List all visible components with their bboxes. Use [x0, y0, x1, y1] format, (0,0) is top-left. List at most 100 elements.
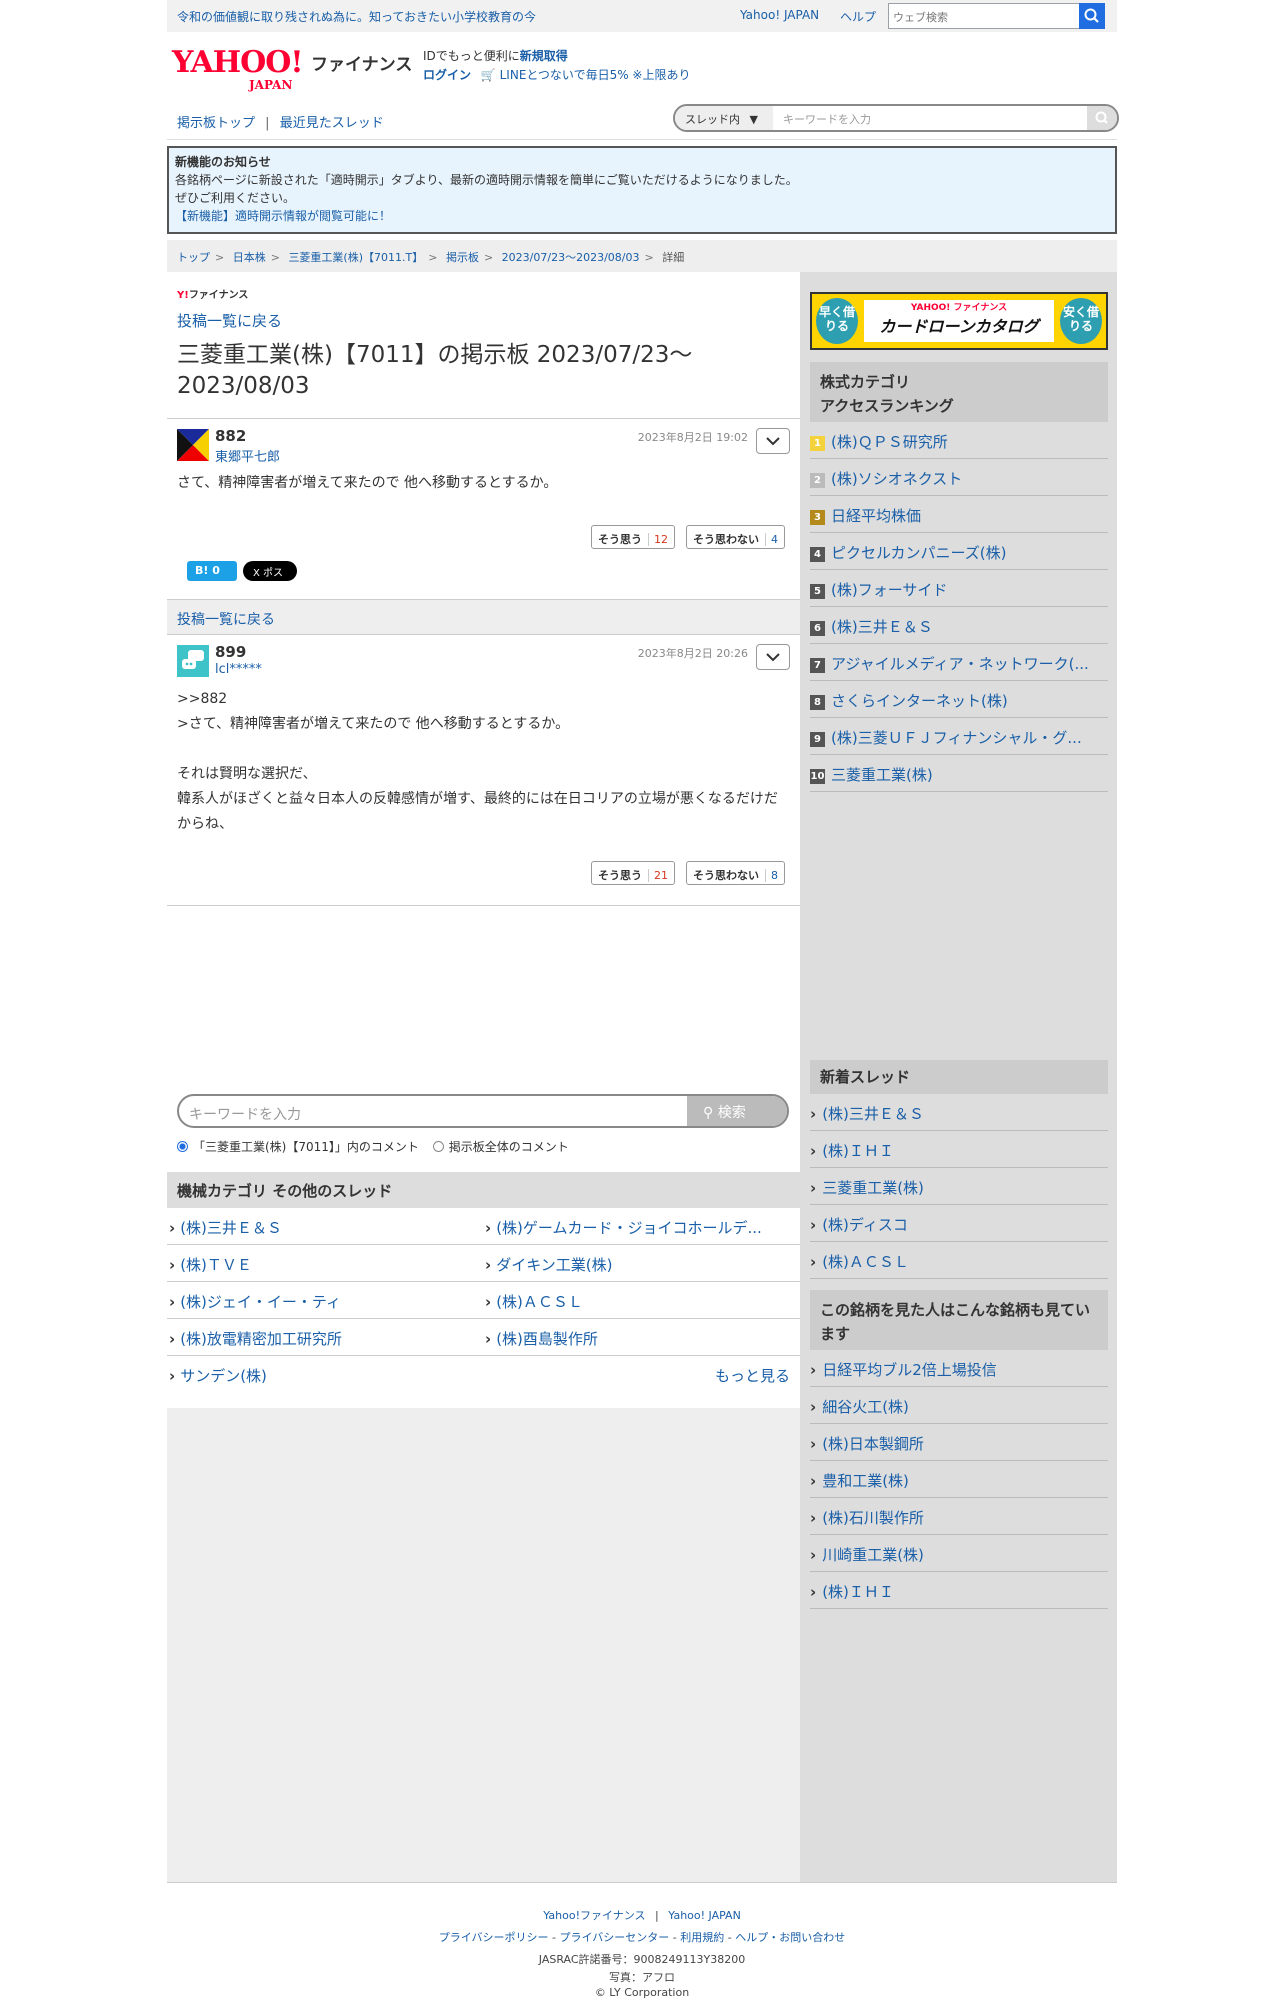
- new-thread-item: (株)ＩＨＩ: [810, 1131, 1108, 1168]
- also-viewed-link[interactable]: 日経平均ブル2倍上場投信: [822, 1361, 997, 1379]
- list-item: サンデン(株) もっと見る: [167, 1356, 800, 1393]
- radio-thread-scope[interactable]: [177, 1141, 188, 1152]
- banner-yahoo-text: YAHOO! ファイナンス: [910, 303, 1008, 313]
- ranking-link[interactable]: 三菱重工業(株): [831, 766, 933, 784]
- comment-search-button[interactable]: ⚲ 検索: [687, 1096, 787, 1126]
- agree-count: 21: [648, 869, 668, 882]
- terms-link[interactable]: 利用規約: [680, 1931, 724, 1944]
- also-viewed-title: この銘柄を見た人はこんな銘柄も見ています: [810, 1290, 1108, 1350]
- ranking-item: 1 (株)ＱＰＳ研究所: [810, 422, 1108, 459]
- new-thread-link[interactable]: (株)ディスコ: [822, 1216, 908, 1234]
- breadcrumb-jp-stock[interactable]: 日本株: [233, 251, 266, 264]
- category-thread-link[interactable]: (株)放電精密加工研究所: [169, 1328, 342, 1349]
- post-author[interactable]: lcl*****: [215, 662, 262, 677]
- also-viewed-link[interactable]: 細谷火工(株): [822, 1398, 909, 1416]
- ranking-link[interactable]: さくらインターネット(株): [831, 692, 1008, 710]
- disagree-button[interactable]: そう思わない 8: [686, 861, 785, 885]
- also-viewed-link[interactable]: (株)石川製作所: [822, 1509, 924, 1527]
- category-thread-link[interactable]: (株)ゲームカード・ジョイコホールデ...: [485, 1217, 762, 1238]
- back-to-list-link[interactable]: 投稿一覧に戻る: [177, 310, 282, 331]
- disagree-count: 4: [765, 533, 778, 546]
- category-thread-link[interactable]: ダイキン工業(株): [485, 1254, 612, 1275]
- new-thread-link[interactable]: (株)ＩＨＩ: [822, 1142, 894, 1160]
- ranking-item: 8 さくらインターネット(株): [810, 681, 1108, 718]
- signup-link[interactable]: 新規取得: [520, 49, 568, 63]
- ranking-link[interactable]: ピクセルカンパニーズ(株): [831, 544, 1007, 562]
- also-viewed-item: 川崎重工業(株): [810, 1535, 1108, 1572]
- privacy-center-link[interactable]: プライバシーセンター: [560, 1931, 670, 1944]
- id-promo-text: IDでもっと便利に: [423, 49, 520, 63]
- ranking-link[interactable]: (株)フォーサイド: [831, 581, 947, 599]
- board-nav: 掲示板トップ | 最近見たスレッド スレッド内 ▼ キーワードを入力: [167, 102, 1119, 140]
- post-author[interactable]: 東郷平七郎: [215, 446, 280, 465]
- ranking-link[interactable]: アジャイルメディア・ネットワーク(...: [831, 655, 1089, 673]
- also-viewed-link[interactable]: 豊和工業(株): [822, 1472, 909, 1490]
- also-viewed-item: 豊和工業(株): [810, 1461, 1108, 1498]
- yahoo-logo[interactable]: YAHOO!: [172, 48, 304, 78]
- yf-small-text: ファイナンス: [188, 290, 249, 301]
- finance-logo-text[interactable]: ファイナンス: [311, 50, 412, 75]
- board-search-button[interactable]: [1087, 106, 1117, 130]
- new-thread-link[interactable]: (株)三井Ｅ＆Ｓ: [822, 1105, 924, 1123]
- ranking-link[interactable]: (株)三井Ｅ＆Ｓ: [831, 618, 933, 636]
- privacy-policy-link[interactable]: プライバシーポリシー: [439, 1931, 549, 1944]
- agree-button[interactable]: そう思う 21: [591, 861, 675, 885]
- comment-search-input[interactable]: キーワードを入力: [189, 1104, 301, 1124]
- breadcrumb-board[interactable]: 掲示板: [446, 251, 479, 264]
- also-viewed-link[interactable]: (株)日本製鋼所: [822, 1435, 924, 1453]
- category-thread-link[interactable]: (株)ジェイ・イー・ティ: [169, 1291, 341, 1312]
- new-thread-item: (株)ディスコ: [810, 1205, 1108, 1242]
- disagree-button[interactable]: そう思わない 4: [686, 525, 785, 549]
- breadcrumb-stock[interactable]: 三菱重工業(株)【7011.T】: [288, 251, 423, 264]
- back-to-list-bar: 投稿一覧に戻る: [167, 599, 800, 635]
- ranking-item: 2 (株)ソシオネクスト: [810, 459, 1108, 496]
- ranking-link[interactable]: 日経平均株価: [831, 507, 921, 525]
- board-search-input[interactable]: キーワードを入力: [783, 111, 871, 127]
- category-thread-link[interactable]: (株)酉島製作所: [485, 1328, 598, 1349]
- page-title: 三菱重工業(株)【7011】の掲示板 2023/07/23〜2023/08/03: [177, 342, 693, 399]
- card-loan-banner[interactable]: 早く借りる YAHOO! ファイナンス カードローンカタログ 安く借りる: [810, 292, 1108, 350]
- category-thread-link[interactable]: (株)ＴＶＥ: [169, 1254, 252, 1275]
- new-thread-link[interactable]: (株)ＡＣＳＬ: [822, 1253, 909, 1271]
- yahoo-japan-link[interactable]: Yahoo! JAPAN: [740, 8, 819, 22]
- web-search-input[interactable]: ウェブ検索: [888, 3, 1096, 29]
- ranking-title: 株式カテゴリ アクセスランキング: [810, 362, 1108, 422]
- category-thread-link[interactable]: サンデン(株): [169, 1365, 267, 1386]
- post-menu-button[interactable]: [756, 428, 790, 454]
- also-viewed-link[interactable]: (株)ＩＨＩ: [822, 1583, 894, 1601]
- breadcrumb-top[interactable]: トップ: [177, 251, 210, 264]
- new-thread-link[interactable]: 三菱重工業(株): [822, 1179, 924, 1197]
- help-link[interactable]: ヘルプ: [840, 8, 876, 25]
- ranking-link[interactable]: (株)三菱ＵＦＪフィナンシャル・グ...: [831, 729, 1082, 747]
- notice-link[interactable]: 【新機能】適時開示情報が閲覧可能に！: [175, 207, 1109, 225]
- more-link[interactable]: もっと見る: [715, 1365, 790, 1386]
- footer-finance-link[interactable]: Yahoo!ファイナンス: [543, 1909, 645, 1922]
- category-thread-link[interactable]: (株)ＡＣＳＬ: [485, 1291, 583, 1312]
- recent-threads-link[interactable]: 最近見たスレッド: [280, 116, 384, 131]
- agree-button[interactable]: そう思う 12: [591, 525, 675, 549]
- board-top-link[interactable]: 掲示板トップ: [177, 116, 255, 131]
- breadcrumb: トップ > 日本株 > 三菱重工業(株)【7011.T】 > 掲示板 > 2023/07…: [167, 240, 1117, 272]
- line-promo-link[interactable]: LINEとつないで毎日5% ※上限あり: [500, 68, 691, 82]
- post-menu-button[interactable]: [756, 644, 790, 670]
- also-viewed-item: 日経平均ブル2倍上場投信: [810, 1350, 1108, 1387]
- hatena-bookmark-button[interactable]: B! 0: [187, 561, 237, 581]
- search-scope-select[interactable]: スレッド内 ▼: [675, 106, 773, 130]
- radio-board-scope[interactable]: [432, 1141, 444, 1152]
- post-number[interactable]: 882: [215, 427, 246, 445]
- category-thread-link[interactable]: (株)三井Ｅ＆Ｓ: [169, 1217, 282, 1238]
- chevron-down-icon: ▼: [749, 113, 758, 126]
- post-number[interactable]: 899: [215, 643, 246, 661]
- also-viewed-link[interactable]: 川崎重工業(株): [822, 1546, 924, 1564]
- x-post-button[interactable]: X ポスト: [243, 561, 297, 594]
- breadcrumb-period[interactable]: 2023/07/23〜2023/08/03: [502, 251, 640, 264]
- ranking-link[interactable]: (株)ＱＰＳ研究所: [831, 433, 948, 451]
- footer-yahoo-link[interactable]: Yahoo! JAPAN: [668, 1909, 741, 1922]
- web-search-button[interactable]: [1079, 3, 1105, 29]
- help-contact-link[interactable]: ヘルプ・お問い合わせ: [735, 1931, 845, 1944]
- ranking-link[interactable]: (株)ソシオネクスト: [831, 470, 962, 488]
- promo-link[interactable]: 令和の価値観に取り残されぬ為に。知っておきたい小学校教育の今: [177, 8, 536, 25]
- also-viewed-item: (株)石川製作所: [810, 1498, 1108, 1535]
- back-to-list-link-2[interactable]: 投稿一覧に戻る: [177, 612, 275, 628]
- login-link[interactable]: ログイン: [423, 68, 471, 82]
